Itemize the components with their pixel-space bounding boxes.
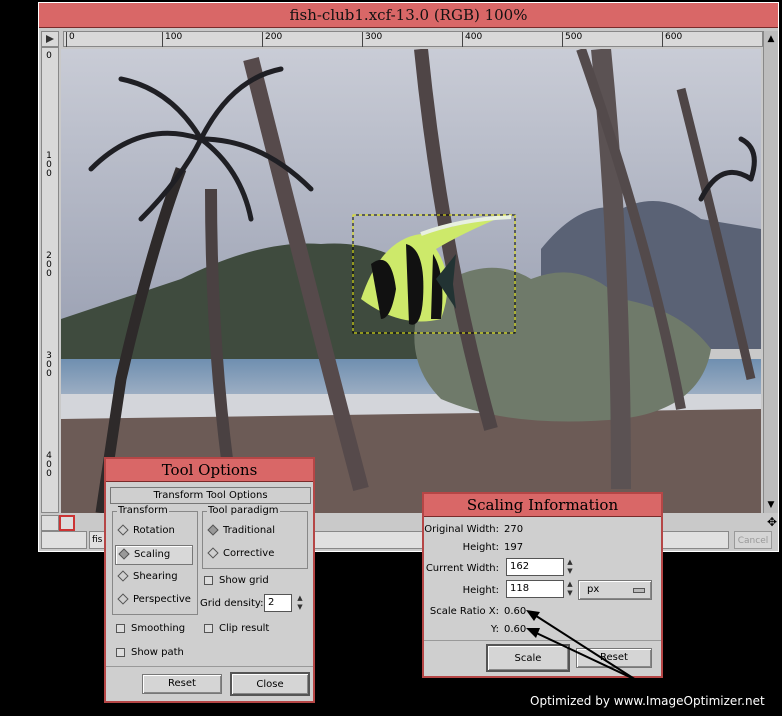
watermark-text: Optimized by www.ImageOptimizer.net <box>530 694 765 708</box>
annotation-arrows <box>526 610 637 681</box>
